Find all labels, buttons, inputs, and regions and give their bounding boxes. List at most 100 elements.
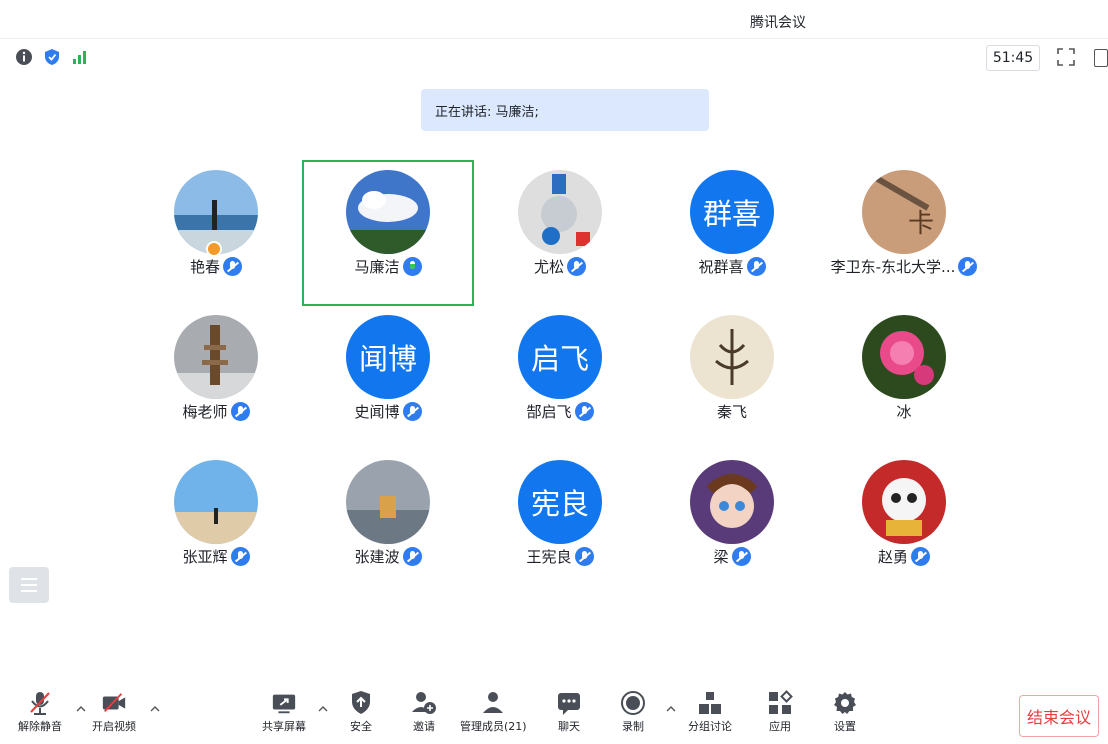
- avatar: [174, 315, 258, 399]
- record-button[interactable]: 录制: [620, 690, 646, 734]
- manage-members-label: 管理成员(21): [460, 720, 527, 733]
- invite-label: 邀请: [413, 720, 435, 733]
- avatar: [346, 460, 430, 544]
- mic-muted-icon: [223, 257, 242, 276]
- participant-tile[interactable]: 张亚辉: [130, 450, 302, 596]
- unmute-label: 解除静音: [18, 720, 62, 733]
- participant-tile[interactable]: 张建波: [302, 450, 474, 596]
- participant-name: 史闻博: [354, 403, 400, 421]
- bottom-toolbar: 解除静音 开启视频 共享屏幕 安全 邀请 管理成员(21) 聊天 录制 分组讨论…: [0, 690, 1108, 744]
- participant-name: 李卫东-东北大学...: [830, 258, 956, 276]
- start-video-button[interactable]: 开启视频: [92, 690, 136, 734]
- settings-label: 设置: [834, 720, 856, 733]
- manage-members-button[interactable]: 管理成员(21): [460, 690, 527, 734]
- signal-icon[interactable]: [70, 47, 90, 67]
- chevron-up-icon[interactable]: [76, 704, 86, 714]
- svg-text:卡: 卡: [908, 209, 934, 239]
- mic-muted-icon: [230, 547, 250, 566]
- apps-icon: [767, 690, 793, 716]
- chat-label: 聊天: [558, 720, 580, 733]
- record-label: 录制: [622, 720, 644, 733]
- participant-tile[interactable]: 闻博 史闻博: [302, 305, 474, 451]
- avatar: [518, 170, 602, 254]
- camera-off-icon: [101, 690, 127, 716]
- participant-name: 艳春: [189, 258, 220, 276]
- participant-tile[interactable]: 秦飞: [646, 305, 818, 451]
- avatar: 启飞: [518, 315, 602, 399]
- meeting-timer: 51:45: [986, 45, 1040, 71]
- add-user-icon: [411, 690, 437, 716]
- invite-button[interactable]: 邀请: [411, 690, 437, 734]
- participant-tile[interactable]: 尤松: [474, 160, 646, 306]
- participant-name: 祝群喜: [698, 258, 744, 276]
- gear-icon: [832, 690, 858, 716]
- list-view-icon[interactable]: [9, 567, 49, 603]
- mic-muted-icon: [746, 257, 766, 276]
- top-toolbar: 51:45: [0, 38, 1108, 78]
- avatar: [862, 315, 946, 399]
- participant-name: 尤松: [533, 258, 564, 276]
- unmute-button[interactable]: 解除静音: [18, 690, 62, 734]
- participant-name: 冰: [896, 403, 912, 421]
- mic-muted-icon: [567, 257, 586, 276]
- window-title: 腾讯会议: [750, 15, 806, 31]
- participant-tile[interactable]: 梅老师: [130, 305, 302, 451]
- apps-label: 应用: [769, 720, 791, 733]
- participant-tile[interactable]: 艳春: [130, 160, 302, 306]
- layout-toggle-icon[interactable]: [1094, 49, 1108, 67]
- participant-tile[interactable]: 宪良 王宪良: [474, 450, 646, 596]
- record-icon: [620, 690, 646, 716]
- breakout-icon: [697, 690, 723, 716]
- share-screen-button[interactable]: 共享屏幕: [262, 690, 306, 734]
- mic-muted-icon: [574, 402, 594, 421]
- participant-name: 秦飞: [716, 403, 747, 421]
- mic-muted-icon: [230, 402, 250, 421]
- mic-muted-icon: [574, 547, 594, 566]
- participant-tile[interactable]: 冰: [818, 305, 990, 451]
- participant-tile[interactable]: 赵勇: [818, 450, 990, 596]
- mic-muted-icon: [958, 257, 978, 276]
- mic-muted-icon: [911, 547, 930, 566]
- chat-button[interactable]: 聊天: [556, 690, 582, 734]
- settings-button[interactable]: 设置: [832, 690, 858, 734]
- breakout-button[interactable]: 分组讨论: [688, 690, 732, 734]
- mic-off-icon: [27, 690, 53, 716]
- host-badge-icon: [206, 241, 222, 257]
- chevron-up-icon[interactable]: [666, 704, 676, 714]
- mic-muted-icon: [402, 547, 422, 566]
- participant-name: 张亚辉: [182, 548, 228, 566]
- chevron-up-icon[interactable]: [318, 704, 328, 714]
- participant-name: 王宪良: [526, 548, 572, 566]
- participant-name: 郜启飞: [526, 403, 572, 421]
- info-icon[interactable]: [14, 47, 34, 67]
- participant-name: 梁: [713, 548, 729, 566]
- speaking-banner: 正在讲话: 马廉洁;: [421, 89, 709, 131]
- participant-tile[interactable]: 群喜 祝群喜: [646, 160, 818, 306]
- avatar: [174, 460, 258, 544]
- security-label: 安全: [350, 720, 372, 733]
- share-screen-icon: [271, 690, 297, 716]
- avatar: 闻博: [346, 315, 430, 399]
- participant-tile[interactable]: 卡 李卫东-东北大学...: [818, 160, 990, 306]
- share-screen-label: 共享屏幕: [262, 720, 306, 733]
- shield-icon[interactable]: [42, 47, 62, 67]
- avatar: [690, 315, 774, 399]
- shield-icon: [348, 690, 374, 716]
- avatar: 宪良: [518, 460, 602, 544]
- apps-button[interactable]: 应用: [767, 690, 793, 734]
- title-bar: 腾讯会议: [0, 0, 1108, 38]
- end-meeting-button[interactable]: 结束会议: [1019, 695, 1099, 737]
- chevron-up-icon[interactable]: [150, 704, 160, 714]
- avatar: 群喜: [690, 170, 774, 254]
- avatar: 卡: [862, 170, 946, 254]
- chat-icon: [556, 690, 582, 716]
- fullscreen-icon[interactable]: [1056, 47, 1076, 67]
- avatar: [690, 460, 774, 544]
- security-button[interactable]: 安全: [348, 690, 374, 734]
- participant-name: 赵勇: [877, 548, 908, 566]
- participant-tile[interactable]: 启飞 郜启飞: [474, 305, 646, 451]
- avatar: [862, 460, 946, 544]
- start-video-label: 开启视频: [92, 720, 136, 733]
- mic-muted-icon: [402, 402, 422, 421]
- participant-tile[interactable]: 梁: [646, 450, 818, 596]
